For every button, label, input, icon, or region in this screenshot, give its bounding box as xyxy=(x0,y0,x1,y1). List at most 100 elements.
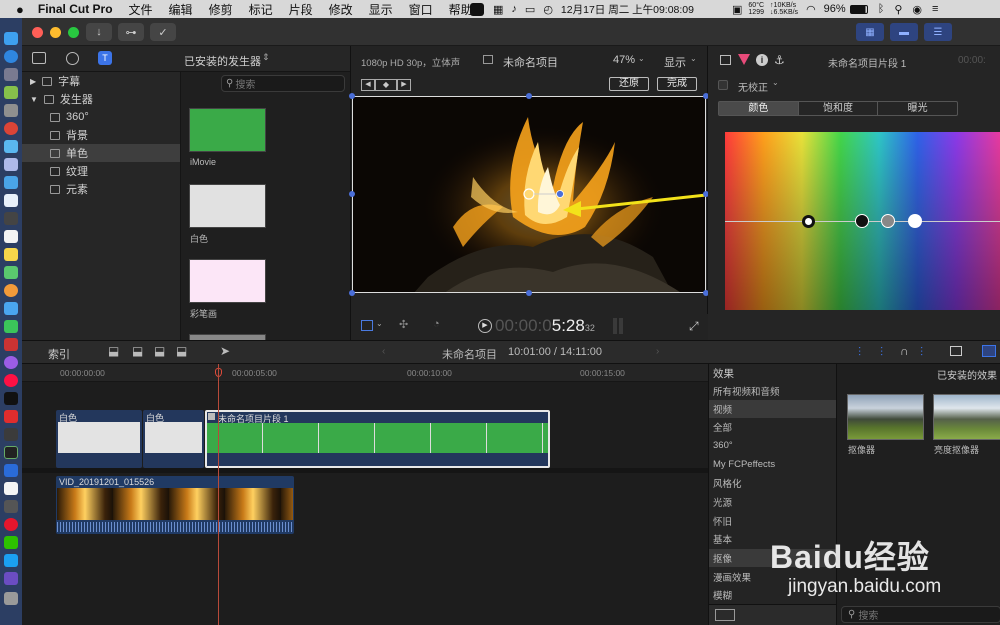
timeline-clip-white[interactable]: 白色 xyxy=(56,410,142,468)
done-button[interactable]: 完成 xyxy=(657,77,697,91)
show-timeline-button[interactable]: ▬ xyxy=(890,23,918,41)
effect-thumb-luma-keyer[interactable] xyxy=(933,394,1000,440)
generator-thumb-white[interactable] xyxy=(189,184,266,228)
effects-category[interactable]: 视频 xyxy=(709,400,837,418)
menu-edit[interactable]: 编辑 xyxy=(169,1,193,18)
disclosure-right-icon[interactable]: ▶ xyxy=(30,77,36,86)
view-chevron-icon[interactable]: ⌄ xyxy=(690,54,697,63)
transform-handle[interactable] xyxy=(526,290,532,296)
skimming-icon[interactable]: ⫶ xyxy=(858,345,861,360)
dock-messages-icon[interactable] xyxy=(4,158,18,171)
tab-saturation[interactable]: 饱和度 xyxy=(797,102,878,115)
overwrite-clip-icon[interactable]: ⬓ xyxy=(176,344,187,358)
battery-icon[interactable] xyxy=(849,4,868,14)
sidebar-item-textures[interactable]: 纹理 xyxy=(22,162,180,180)
transform-handle[interactable] xyxy=(349,290,355,296)
dock-settings-icon[interactable] xyxy=(4,104,18,117)
dock-app-icon[interactable] xyxy=(4,212,18,225)
net-monitor[interactable]: ↑10KB/s ↓6.5KB/s xyxy=(770,2,798,16)
battery-percent[interactable]: 96% xyxy=(824,3,846,15)
dock-qq-icon[interactable] xyxy=(4,194,18,207)
background-tasks-button[interactable]: ✓ xyxy=(150,23,176,41)
media-browser-icon[interactable] xyxy=(32,52,46,64)
dock-mail-icon[interactable] xyxy=(4,140,18,153)
fullscreen-icon[interactable]: ⤢ xyxy=(689,319,699,334)
dock-app2-icon[interactable] xyxy=(4,410,18,423)
tab-exposure[interactable]: 曝光 xyxy=(877,102,957,115)
dock-safari-icon[interactable] xyxy=(4,50,18,63)
timeline-ruler[interactable]: 00:00:00:00 00:00:05:00 00:00:10:00 00:0… xyxy=(22,364,708,382)
sidebar-toggle-icon[interactable] xyxy=(715,609,735,621)
show-inspector-button[interactable]: ☰ xyxy=(924,23,952,41)
dock-yandex-icon[interactable] xyxy=(4,482,18,495)
effect-thumb-keyer[interactable] xyxy=(847,394,924,440)
sidebar-item-generators[interactable]: ▼ 发生器 xyxy=(22,90,180,108)
keywords-button[interactable]: ⊶ xyxy=(118,23,144,41)
clip-appearance-icon[interactable] xyxy=(950,346,962,356)
import-button[interactable]: ↓ xyxy=(86,23,112,41)
titles-generators-icon[interactable]: T xyxy=(98,51,112,65)
dock-trash-icon[interactable] xyxy=(4,592,18,605)
timeline-clip-compound[interactable]: 未命名项目片段 1 xyxy=(205,410,550,468)
dock-music-icon[interactable] xyxy=(4,374,18,387)
insert-clip-icon[interactable]: ⬓ xyxy=(132,344,143,358)
notification-center-icon[interactable]: ≡ xyxy=(932,3,938,15)
next-keyframe-icon[interactable]: ▶ xyxy=(397,79,411,91)
effects-category[interactable]: 全部 xyxy=(709,418,837,436)
disclosure-down-icon[interactable]: ▼ xyxy=(30,95,38,104)
zoom-chevron-icon[interactable]: ⌄ xyxy=(638,54,645,63)
view-menu[interactable]: 显示 xyxy=(664,54,686,70)
info-icon[interactable]: i xyxy=(756,54,768,66)
effects-category[interactable]: 怀旧 xyxy=(709,512,837,530)
dock-launchpad-icon[interactable] xyxy=(4,68,18,81)
transform-tool-icon[interactable] xyxy=(361,320,373,331)
music-icon[interactable]: ♪ xyxy=(511,3,517,15)
minimize-window-button[interactable] xyxy=(50,27,61,38)
effects-browser-icon[interactable] xyxy=(982,345,996,357)
user-icon[interactable]: ◉ xyxy=(912,3,922,16)
dock-photos-icon[interactable] xyxy=(4,284,18,297)
video-frame[interactable] xyxy=(352,96,706,293)
dock-xcode-icon[interactable] xyxy=(4,176,18,189)
sidebar-item-titles[interactable]: ▶ 字幕 xyxy=(22,72,180,90)
menu-modify[interactable]: 修改 xyxy=(329,1,353,18)
show-browser-button[interactable]: ▦ xyxy=(856,23,884,41)
dock-podcast-icon[interactable] xyxy=(4,356,18,369)
transform-handle[interactable] xyxy=(349,191,355,197)
apple-icon[interactable]: ● xyxy=(16,2,24,17)
cpu-monitor[interactable]: 60°C 1299 xyxy=(748,2,764,16)
calendar-icon[interactable]: ▣ xyxy=(732,3,742,16)
share-icon[interactable]: ⚓ xyxy=(774,53,785,67)
menu-app-name[interactable]: Final Cut Pro xyxy=(38,2,113,16)
index-button[interactable]: 索引 xyxy=(48,346,70,362)
transform-handle[interactable] xyxy=(349,93,355,99)
browser-source-title[interactable]: 已安装的发生器 xyxy=(184,53,261,69)
dock-facetime-icon[interactable] xyxy=(4,320,18,333)
photos-audio-icon[interactable] xyxy=(66,52,79,65)
dock-maps-icon[interactable] xyxy=(4,266,18,279)
sidebar-item-elements[interactable]: 元素 xyxy=(22,180,180,198)
sidebar-item-solids[interactable]: 单色 xyxy=(22,144,180,162)
select-tool-icon[interactable]: ➤ xyxy=(220,344,230,358)
snapping-icon[interactable]: ⫶ xyxy=(920,345,923,360)
playhead[interactable] xyxy=(218,364,219,625)
append-clip-icon[interactable]: ⬓ xyxy=(154,344,165,358)
timecode-display[interactable]: 00:00:05:2832 xyxy=(495,316,595,336)
effects-category[interactable]: 360° xyxy=(709,436,837,454)
dock-photobooth-icon[interactable] xyxy=(4,338,18,351)
rotation-handle[interactable] xyxy=(556,190,564,198)
color-inspector-icon[interactable] xyxy=(738,54,750,65)
spotlight-search-icon[interactable]: ⚲ xyxy=(894,3,902,16)
dock-app3-icon[interactable] xyxy=(4,428,18,441)
dock-calendar-icon[interactable] xyxy=(4,230,18,243)
menu-mark[interactable]: 标记 xyxy=(249,1,273,18)
play-button[interactable]: ▶ xyxy=(478,319,492,333)
dock-weibo-icon[interactable] xyxy=(4,518,18,531)
zoom-window-button[interactable] xyxy=(68,27,79,38)
headphones-icon[interactable]: ∩ xyxy=(900,344,909,358)
sidebar-item-backgrounds[interactable]: 背景 xyxy=(22,126,180,144)
effects-category[interactable]: My FCPeffects xyxy=(709,455,837,473)
revert-button[interactable]: 还原 xyxy=(609,77,649,91)
dock-app4-icon[interactable] xyxy=(4,500,18,513)
wifi-icon[interactable]: ◠ xyxy=(806,3,816,16)
